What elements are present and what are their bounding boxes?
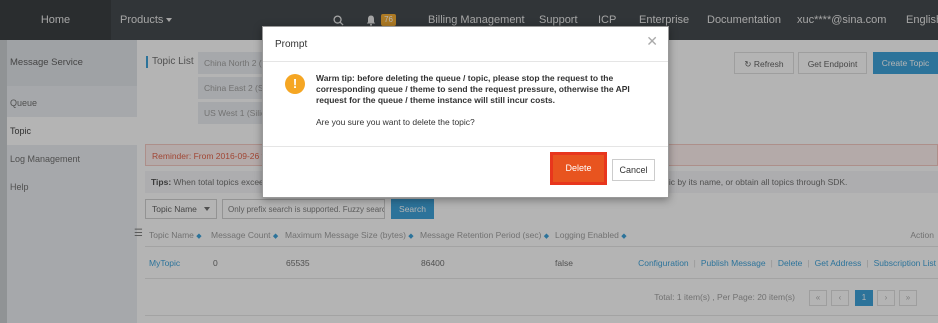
dialog-warning-message: Warm tip: before deleting the queue / to… bbox=[316, 73, 630, 105]
dialog-header-divider bbox=[263, 61, 668, 62]
delete-button[interactable]: Delete bbox=[553, 155, 604, 182]
warning-icon: ! bbox=[285, 74, 305, 94]
confirm-dialog: Prompt ✕ ! Warm tip: before deleting the… bbox=[262, 26, 669, 198]
dialog-title: Prompt bbox=[275, 39, 308, 50]
cancel-button[interactable]: Cancel bbox=[612, 159, 655, 181]
close-icon[interactable]: ✕ bbox=[646, 34, 658, 48]
dialog-confirm-question: Are you sure you want to delete the topi… bbox=[316, 117, 475, 127]
dialog-footer-divider bbox=[263, 146, 668, 147]
